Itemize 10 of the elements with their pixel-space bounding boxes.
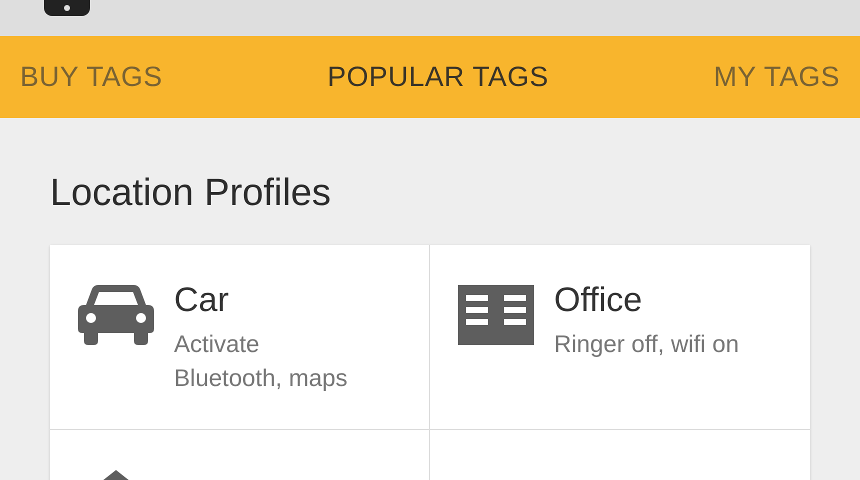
tab[interactable]: BUY TAGS [20,61,162,93]
section-title: Location Profiles [50,172,331,215]
profile-description: Ringer off, wifi on [554,330,739,360]
car-icon [78,285,154,345]
tab[interactable]: POPULAR TAGS [327,61,549,93]
profile-title: Office [554,281,644,320]
profile-title: Car [174,281,230,320]
tab[interactable]: MY TAGS [714,61,840,93]
profile-description: Activate Bluetooth, maps [174,330,348,394]
building-icon [458,285,534,345]
